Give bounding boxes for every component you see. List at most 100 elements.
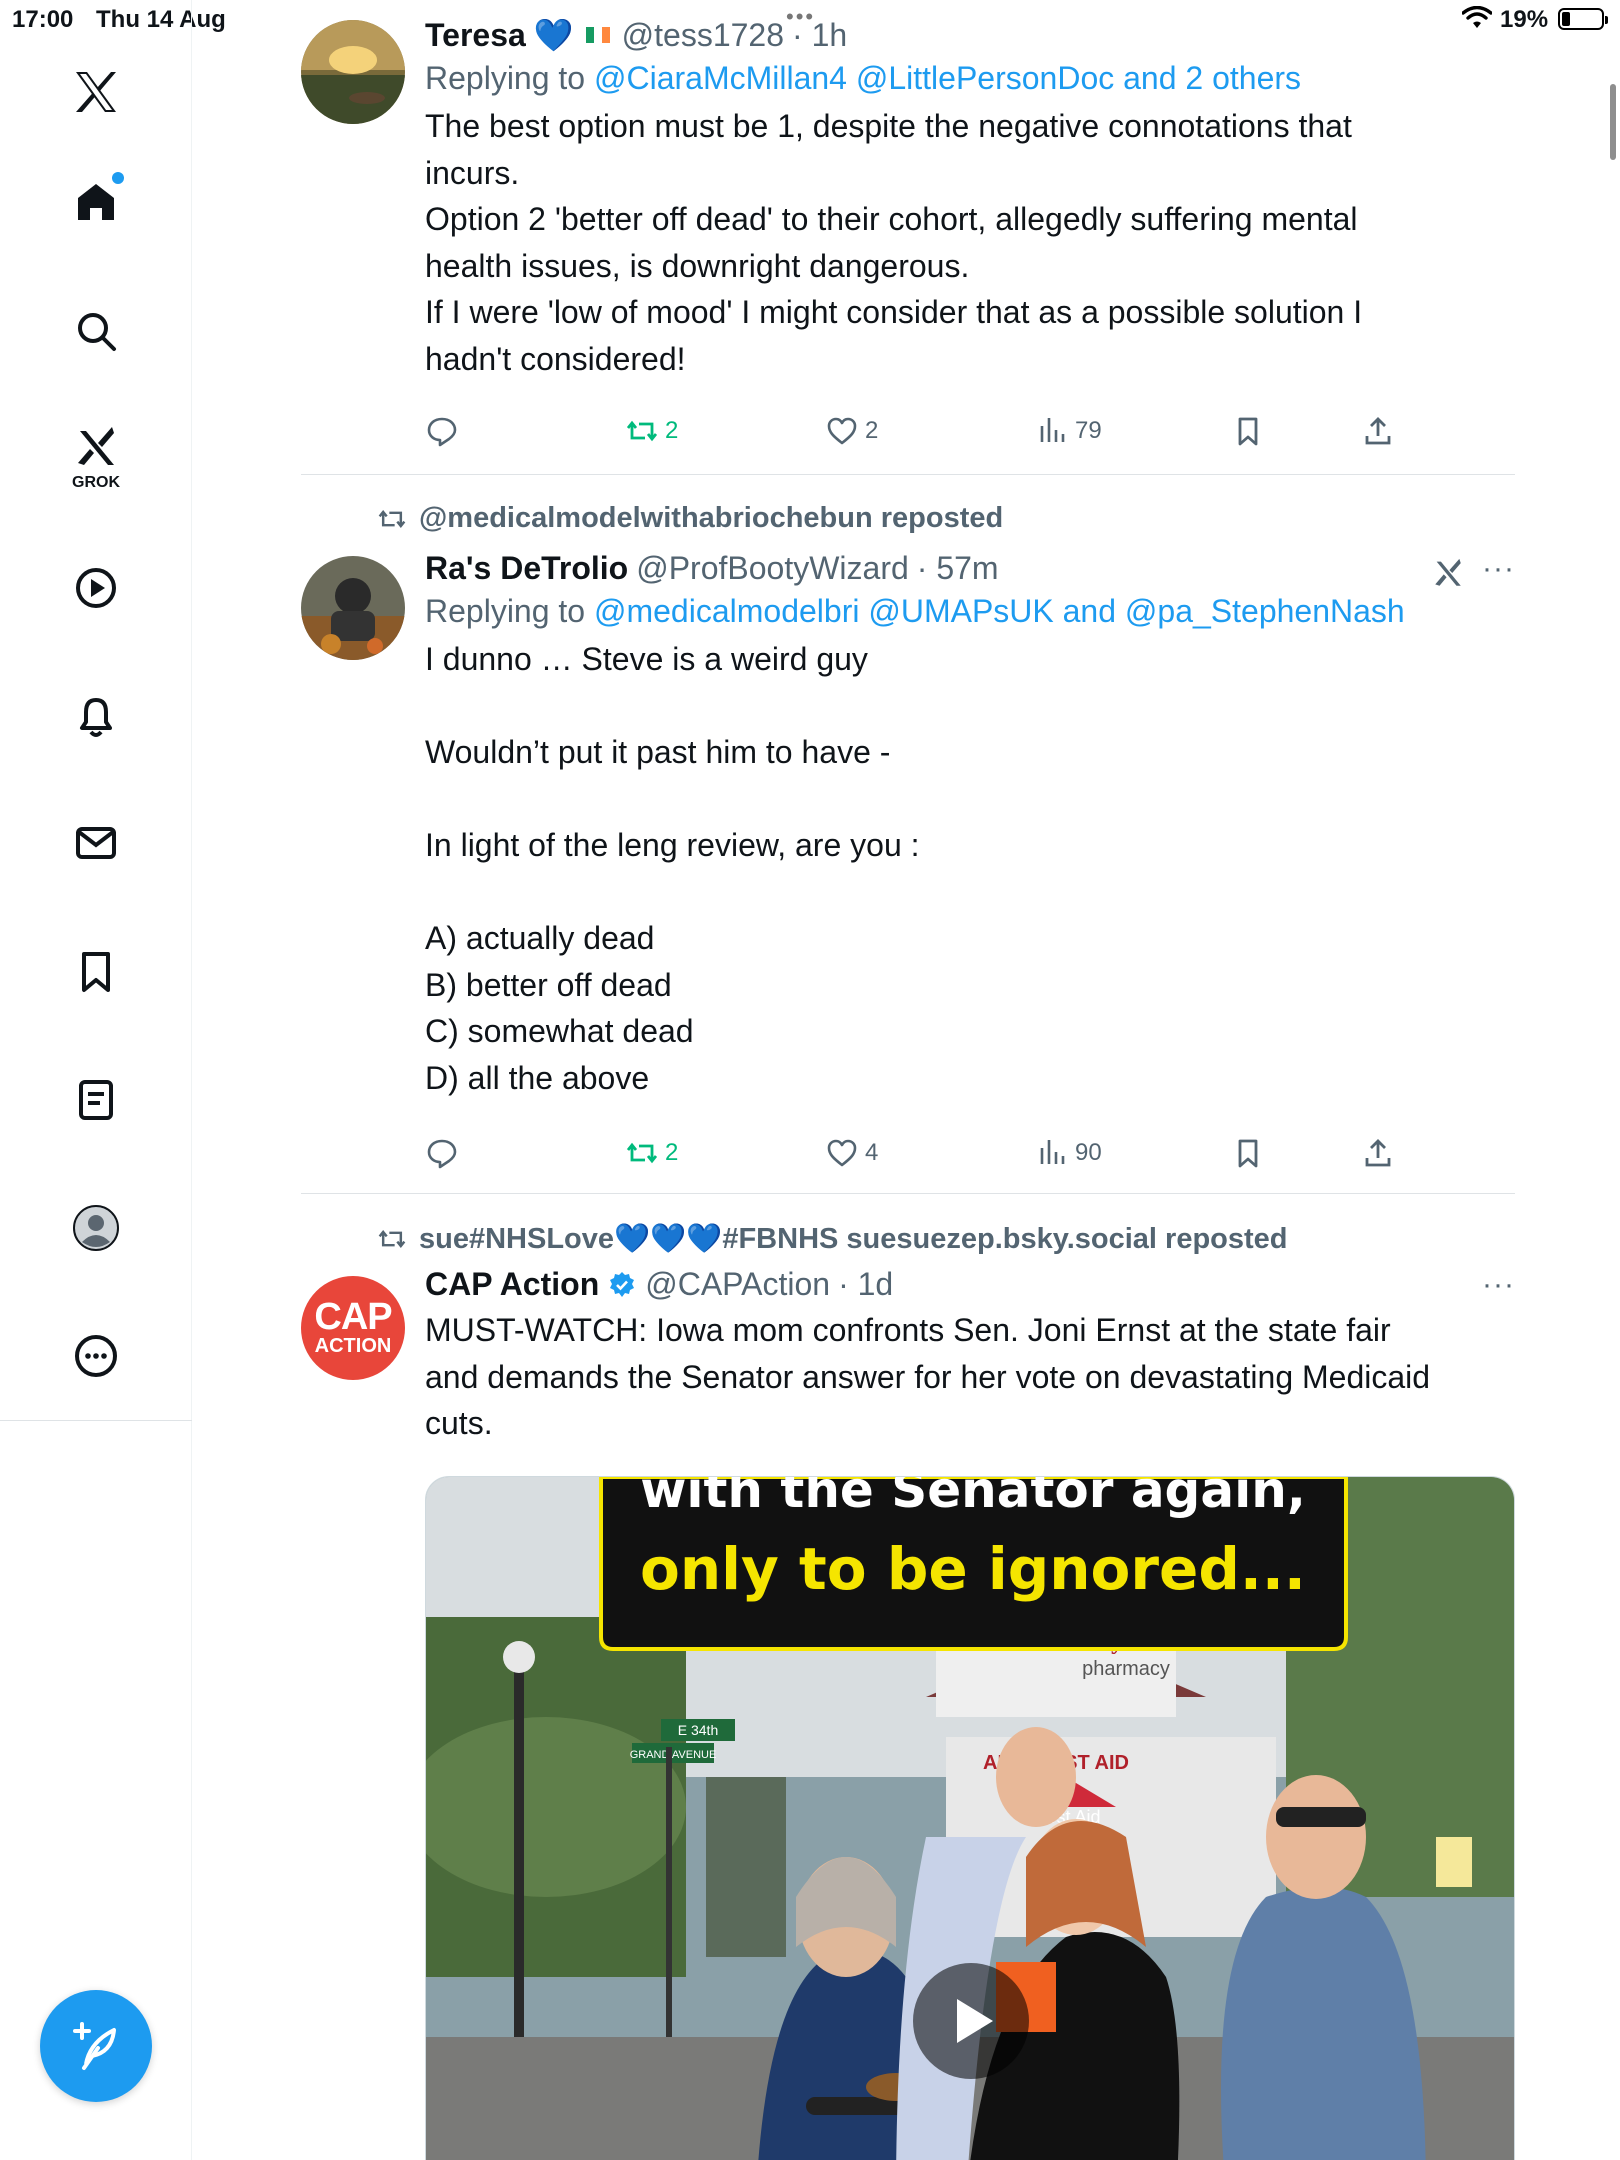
- tweet-header: CAP Action @CAPAction · 1d: [425, 1266, 1515, 1303]
- tweet-text: I dunno … Steve is a weird guy Wouldn’t …: [425, 636, 1515, 1101]
- reply-button[interactable]: [425, 1136, 459, 1170]
- tweet-separator: [301, 474, 1515, 475]
- post-time[interactable]: · 1d: [838, 1266, 893, 1303]
- author-handle[interactable]: @ProfBootyWizard: [636, 550, 909, 587]
- reply-button[interactable]: [425, 414, 459, 448]
- unread-dot: [112, 172, 124, 184]
- post-time[interactable]: · 1h: [792, 17, 847, 54]
- like-button[interactable]: 4: [825, 1136, 878, 1170]
- bookmark-button[interactable]: [1231, 1136, 1265, 1170]
- grok-icon[interactable]: GROK: [60, 418, 132, 491]
- street-sign-text: E 34th: [678, 1722, 718, 1738]
- repost-count: 2: [665, 1139, 679, 1166]
- like-count: 4: [865, 1139, 879, 1166]
- like-count: 2: [865, 417, 879, 444]
- home-icon[interactable]: [60, 166, 132, 238]
- tweet-text-line: [425, 683, 1515, 730]
- avatar[interactable]: CAP ACTION: [301, 1276, 405, 1380]
- tweet-actions: 2 4 90: [425, 1136, 1515, 1184]
- profile-icon[interactable]: [60, 1192, 132, 1264]
- replying-prefix: Replying to: [425, 593, 586, 629]
- repost-by[interactable]: sue#NHSLove💙💙💙#FBNHS suesuezep.bsky.soci…: [419, 1222, 1288, 1256]
- sidebar: GROK: [0, 0, 192, 2160]
- tweet-text-line: The best option must be 1, despite the n…: [425, 108, 1352, 144]
- replying-to: Replying to @CiaraMcMillan4 @LittlePerso…: [425, 60, 1515, 97]
- grok-icon[interactable]: [1431, 556, 1465, 590]
- replying-to-links[interactable]: @CiaraMcMillan4 @LittlePersonDoc and 2 o…: [594, 60, 1301, 96]
- street-sign-text: GRAND AVENUE: [630, 1749, 717, 1761]
- tweet-text-line: D) all the above: [425, 1059, 650, 1096]
- tweet[interactable]: Teresa 💙 @tess1728 · 1h Replying to @Cia…: [301, 16, 1515, 456]
- tweet-text-line: If I were 'low of mood' I might consider…: [425, 294, 1363, 330]
- play-icon: [957, 1999, 993, 2043]
- author-name[interactable]: CAP Action: [425, 1266, 599, 1303]
- tweet-text-line: incurs.: [425, 154, 520, 191]
- replying-to-links[interactable]: @medicalmodelbri @UMAPsUK and @pa_Stephe…: [594, 593, 1405, 629]
- tweet-text-line: Wouldn’t put it past him to have -: [425, 734, 891, 770]
- more-icon[interactable]: [60, 1320, 132, 1392]
- sidebar-divider: [0, 1420, 192, 1421]
- author-handle[interactable]: @tess1728: [622, 17, 784, 54]
- search-icon[interactable]: [60, 295, 132, 367]
- tweet-text: The best option must be 1, despite the n…: [425, 103, 1515, 382]
- post-time[interactable]: · 57m: [917, 550, 999, 587]
- tweet-header: Ra's DeTrolio @ProfBootyWizard · 57m: [425, 550, 1515, 587]
- tweet-text-line: I dunno … Steve is a weird guy: [425, 641, 868, 677]
- more-options-icon[interactable]: ···: [1482, 1268, 1515, 1302]
- avatar[interactable]: [301, 20, 405, 124]
- author-name[interactable]: Teresa: [425, 17, 526, 54]
- more-options-icon[interactable]: ···: [1482, 552, 1515, 586]
- avatar-text: CAP: [314, 1296, 392, 1338]
- video-player[interactable]: HyVee pharmacy AND FIRST AID First Aid E…: [425, 1476, 1515, 2160]
- repost-context: sue#NHSLove💙💙💙#FBNHS suesuezep.bsky.soci…: [377, 1222, 1288, 1256]
- tweet-actions: 2 2 79: [425, 414, 1515, 462]
- tweet-text-line: and demands the Senator answer for her v…: [425, 1358, 1431, 1395]
- video-sign-text: pharmacy: [1082, 1658, 1170, 1680]
- tweet-text-line: In light of the leng review, are you :: [425, 827, 920, 863]
- tweet-text: MUST-WATCH: Iowa mom confronts Sen. Joni…: [425, 1307, 1515, 1447]
- play-button[interactable]: [913, 1963, 1029, 2079]
- notifications-icon[interactable]: [60, 680, 132, 752]
- tweet-header: Teresa 💙 @tess1728 · 1h: [425, 16, 1515, 54]
- repost-context: @medicalmodelwithabriochebun reposted: [377, 502, 1003, 535]
- x-logo-icon[interactable]: [60, 56, 132, 128]
- tweet-text-line: [425, 869, 1515, 916]
- like-button[interactable]: 2: [825, 414, 878, 448]
- repost-icon: [378, 509, 406, 528]
- share-button[interactable]: [1361, 1136, 1395, 1170]
- bookmark-button[interactable]: [1231, 414, 1265, 448]
- author-handle[interactable]: @CAPAction: [645, 1266, 830, 1303]
- avatar[interactable]: [301, 556, 405, 660]
- grok-label: GROK: [72, 474, 120, 491]
- tweet-text-line: [425, 776, 1515, 823]
- tweet-text-line: Option 2 'better off dead' to their coho…: [425, 201, 1358, 237]
- lists-icon[interactable]: [60, 1064, 132, 1136]
- tweet-text-line: MUST-WATCH: Iowa mom confronts Sen. Joni…: [425, 1312, 1391, 1348]
- replying-to: Replying to @medicalmodelbri @UMAPsUK an…: [425, 593, 1515, 630]
- video-icon[interactable]: [60, 552, 132, 624]
- share-button[interactable]: [1361, 414, 1395, 448]
- bookmarks-icon[interactable]: [60, 936, 132, 1008]
- name-emoji: 💙: [533, 17, 574, 53]
- tweet-text-line: B) better off dead: [425, 966, 672, 1003]
- views-button[interactable]: 90: [1035, 1136, 1102, 1170]
- verified-badge-icon: [610, 1271, 635, 1297]
- messages-icon[interactable]: [60, 807, 132, 879]
- tweet[interactable]: @medicalmodelwithabriochebun reposted Ra…: [301, 500, 1515, 1180]
- repost-button[interactable]: 2: [625, 414, 678, 448]
- ireland-flag-icon: [585, 27, 610, 43]
- tweet-text-line: hadn't considered!: [425, 340, 686, 377]
- timeline-feed: Teresa 💙 @tess1728 · 1h Replying to @Cia…: [193, 0, 1620, 2160]
- compose-post-button[interactable]: [40, 1990, 152, 2102]
- views-button[interactable]: 79: [1035, 414, 1102, 448]
- repost-by[interactable]: @medicalmodelwithabriochebun reposted: [419, 502, 1003, 535]
- view-count: 79: [1075, 417, 1102, 444]
- repost-icon: [378, 1229, 406, 1249]
- repost-button[interactable]: 2: [625, 1136, 678, 1170]
- scrollbar[interactable]: [1610, 84, 1616, 160]
- video-caption-top: with the Senator again,: [640, 1477, 1306, 1519]
- author-name[interactable]: Ra's DeTrolio: [425, 550, 628, 587]
- tweet-text-line: C) somewhat dead: [425, 1013, 694, 1049]
- compose-feather-icon: [73, 2022, 116, 2070]
- tweet-text-line: cuts.: [425, 1405, 493, 1441]
